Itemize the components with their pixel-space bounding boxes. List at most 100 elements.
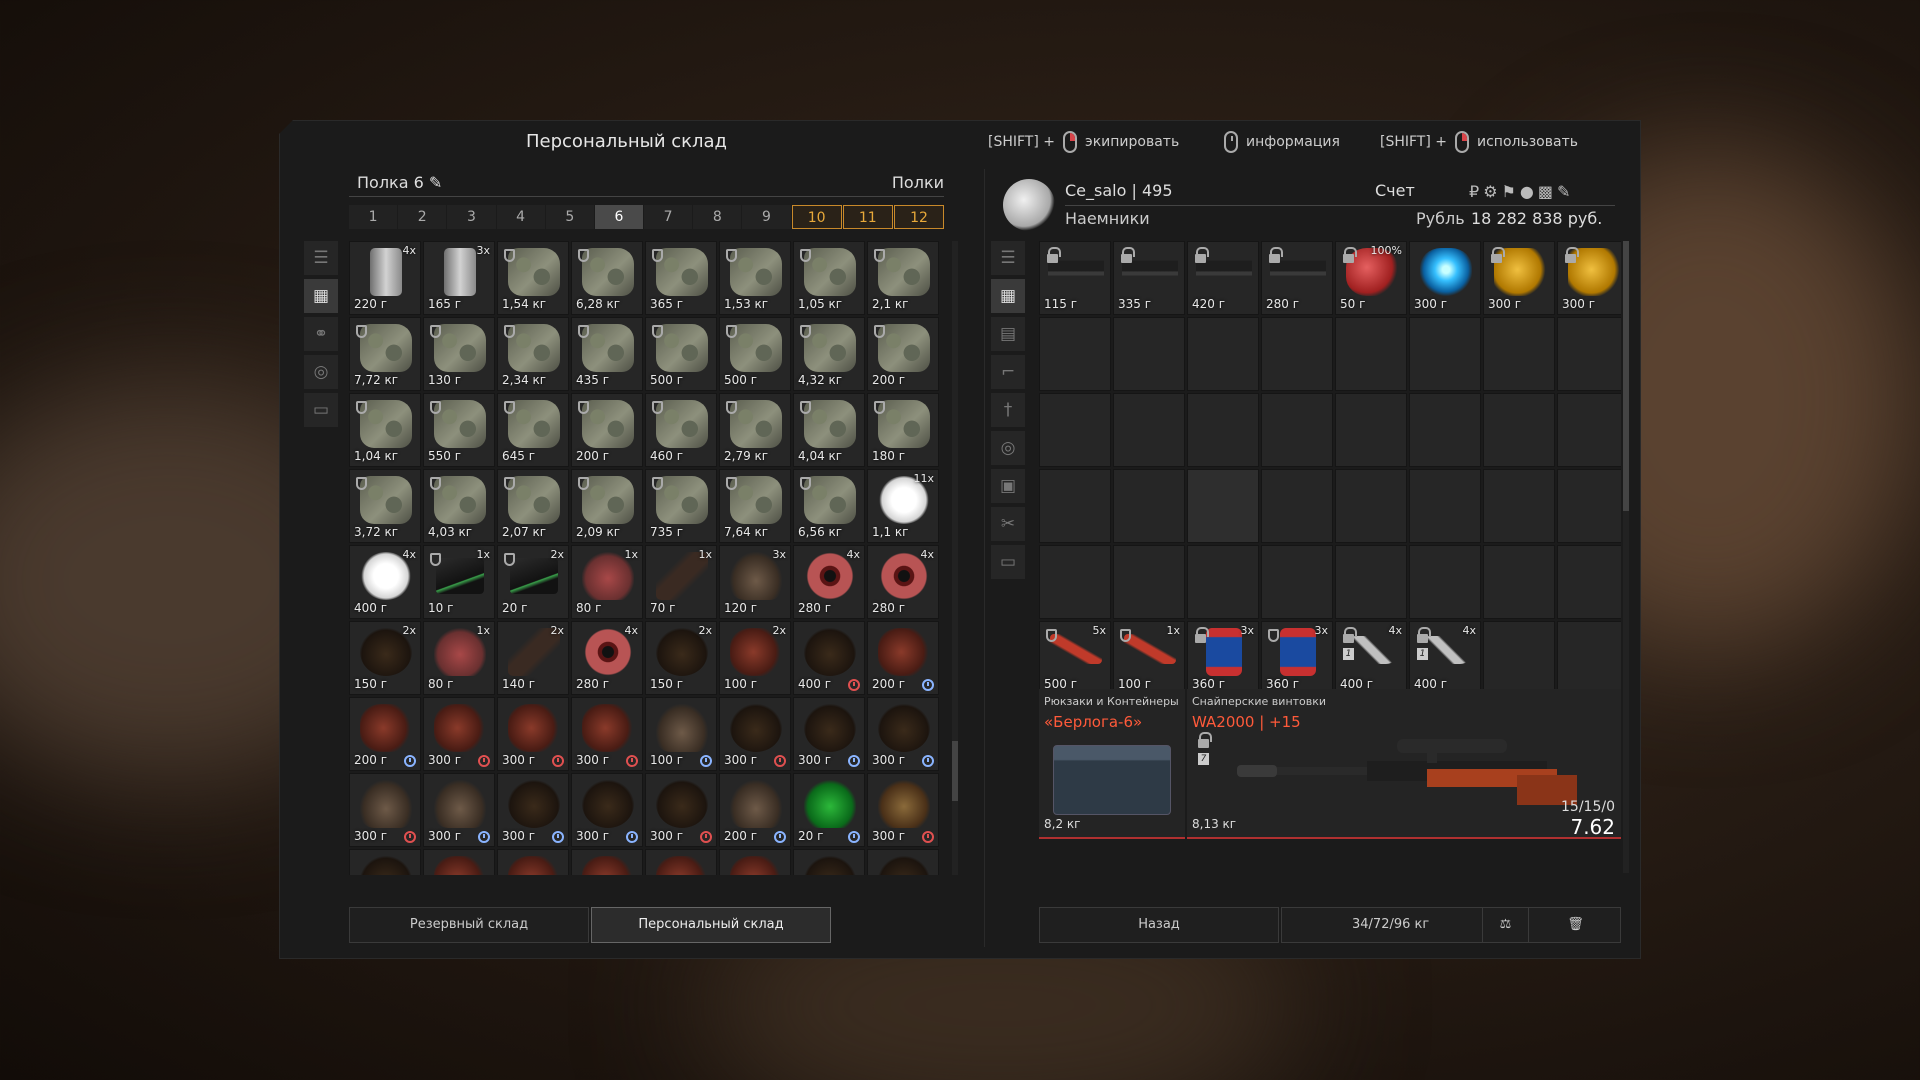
shelf-page-tab[interactable]: 2 (398, 205, 447, 229)
item-cell[interactable]: 130 г (423, 317, 495, 391)
empty-slot[interactable] (1113, 469, 1185, 543)
empty-slot[interactable] (1113, 545, 1185, 619)
item-cell[interactable]: 4x 280 г (867, 545, 939, 619)
item-cell[interactable]: 1,54 кг (497, 241, 569, 315)
empty-slot[interactable] (1557, 621, 1621, 695)
item-cell[interactable]: 2,09 кг (571, 469, 643, 543)
item-cell[interactable]: 2x 100 г (719, 621, 791, 695)
item-cell[interactable]: 3,72 кг (349, 469, 421, 543)
item-cell[interactable]: 300 г (423, 697, 495, 771)
item-cell[interactable]: 1 4x 400 г (1335, 621, 1407, 695)
item-cell[interactable]: 200 г (719, 773, 791, 847)
empty-slot[interactable] (1557, 393, 1621, 467)
empty-slot[interactable] (1409, 393, 1481, 467)
empty-slot[interactable] (1557, 545, 1621, 619)
item-cell[interactable]: 1x 80 г (571, 545, 643, 619)
ammo-icon[interactable]: ◎ (304, 355, 338, 389)
item-cell[interactable]: 4,04 кг (793, 393, 865, 467)
empty-slot[interactable] (1335, 545, 1407, 619)
empty-slot[interactable] (1113, 393, 1185, 467)
shelf-page-tab[interactable]: 6 (594, 205, 644, 229)
empty-slot[interactable] (1187, 469, 1259, 543)
empty-slot[interactable] (1557, 469, 1621, 543)
item-cell[interactable]: 1,53 кг (719, 241, 791, 315)
item-cell[interactable]: 2,79 кг (719, 393, 791, 467)
item-cell[interactable]: 300 г (497, 697, 569, 771)
item-cell[interactable]: 4x 280 г (793, 545, 865, 619)
empty-slot[interactable] (1557, 317, 1621, 391)
item-cell[interactable]: 1 4x 400 г (1409, 621, 1481, 695)
shelf-page-tab[interactable]: 11 (842, 205, 893, 229)
item-cell[interactable] (645, 849, 717, 875)
shelf-page-tab[interactable]: 9 (742, 205, 791, 229)
empty-slot[interactable] (1039, 545, 1111, 619)
backpack-slot[interactable]: Рюкзаки и Контейнеры «Берлога-6» 8,2 кг (1039, 689, 1185, 839)
item-cell[interactable]: 420 г (1187, 241, 1259, 315)
empty-slot[interactable] (1261, 393, 1333, 467)
item-cell[interactable]: 2,34 кг (497, 317, 569, 391)
empty-slot[interactable] (1113, 317, 1185, 391)
grid-icon[interactable]: ▦ (304, 279, 338, 313)
item-cell[interactable] (793, 849, 865, 875)
rifle-icon[interactable]: ⌐ (991, 355, 1025, 389)
item-cell[interactable]: 1x 10 г (423, 545, 495, 619)
empty-slot[interactable] (1187, 545, 1259, 619)
empty-slot[interactable] (1039, 469, 1111, 543)
item-cell[interactable]: 300 г (645, 773, 717, 847)
item-cell[interactable]: 4x 220 г (349, 241, 421, 315)
item-cell[interactable]: 200 г (867, 621, 939, 695)
empty-slot[interactable] (1261, 317, 1333, 391)
personal-stash-button[interactable]: Персональный склад (591, 907, 831, 943)
empty-slot[interactable] (1335, 317, 1407, 391)
item-cell[interactable]: 200 г (571, 393, 643, 467)
item-cell[interactable]: 6,56 кг (793, 469, 865, 543)
item-cell[interactable]: 7,72 кг (349, 317, 421, 391)
empty-slot[interactable] (1483, 393, 1555, 467)
sort-icon[interactable]: ☰ (304, 241, 338, 275)
empty-slot[interactable] (1409, 317, 1481, 391)
item-cell[interactable]: 2x 20 г (497, 545, 569, 619)
shelf-name[interactable]: Полка 6 ✎ (357, 173, 442, 192)
item-cell[interactable]: 280 г (1261, 241, 1333, 315)
item-cell[interactable]: 2,07 кг (497, 469, 569, 543)
item-cell[interactable]: 300 г (867, 773, 939, 847)
empty-slot[interactable] (1039, 393, 1111, 467)
item-cell[interactable]: 300 г (1483, 241, 1555, 315)
sort-icon[interactable]: ☰ (991, 241, 1025, 275)
item-cell[interactable]: 300 г (1409, 241, 1481, 315)
empty-slot[interactable] (1483, 621, 1555, 695)
item-cell[interactable]: 460 г (645, 393, 717, 467)
item-cell[interactable]: 1,04 кг (349, 393, 421, 467)
item-cell[interactable] (423, 849, 495, 875)
empty-slot[interactable] (1335, 393, 1407, 467)
item-cell[interactable]: 3x 165 г (423, 241, 495, 315)
empty-slot[interactable] (1409, 469, 1481, 543)
item-cell[interactable]: 365 г (645, 241, 717, 315)
item-cell[interactable]: 1x 100 г (1113, 621, 1185, 695)
item-cell[interactable]: 300 г (571, 697, 643, 771)
shelf-page-tab[interactable]: 7 (644, 205, 693, 229)
item-cell[interactable]: 435 г (571, 317, 643, 391)
pencil-icon[interactable]: ✎ (429, 173, 442, 192)
item-cell[interactable] (571, 849, 643, 875)
item-cell[interactable] (497, 849, 569, 875)
item-cell[interactable]: 300 г (793, 697, 865, 771)
shelf-page-tab[interactable]: 5 (545, 205, 594, 229)
item-cell[interactable]: 2x 150 г (349, 621, 421, 695)
item-cell[interactable]: 500 г (719, 317, 791, 391)
item-cell[interactable]: 7,64 кг (719, 469, 791, 543)
item-cell[interactable]: 3x 360 г (1261, 621, 1333, 695)
item-cell[interactable]: 2,1 кг (867, 241, 939, 315)
item-cell[interactable]: 300 г (867, 697, 939, 771)
item-cell[interactable]: 645 г (497, 393, 569, 467)
empty-slot[interactable] (1261, 545, 1333, 619)
item-cell[interactable]: 4,32 кг (793, 317, 865, 391)
item-cell[interactable]: 4x 280 г (571, 621, 643, 695)
item-cell[interactable]: 5x 500 г (1039, 621, 1111, 695)
item-cell[interactable]: 3x 360 г (1187, 621, 1259, 695)
shelf-page-tab[interactable]: 12 (893, 205, 945, 229)
item-cell[interactable]: 200 г (349, 697, 421, 771)
item-cell[interactable]: 1x 70 г (645, 545, 717, 619)
item-cell[interactable]: 180 г (867, 393, 939, 467)
item-cell[interactable]: 1,05 кг (793, 241, 865, 315)
